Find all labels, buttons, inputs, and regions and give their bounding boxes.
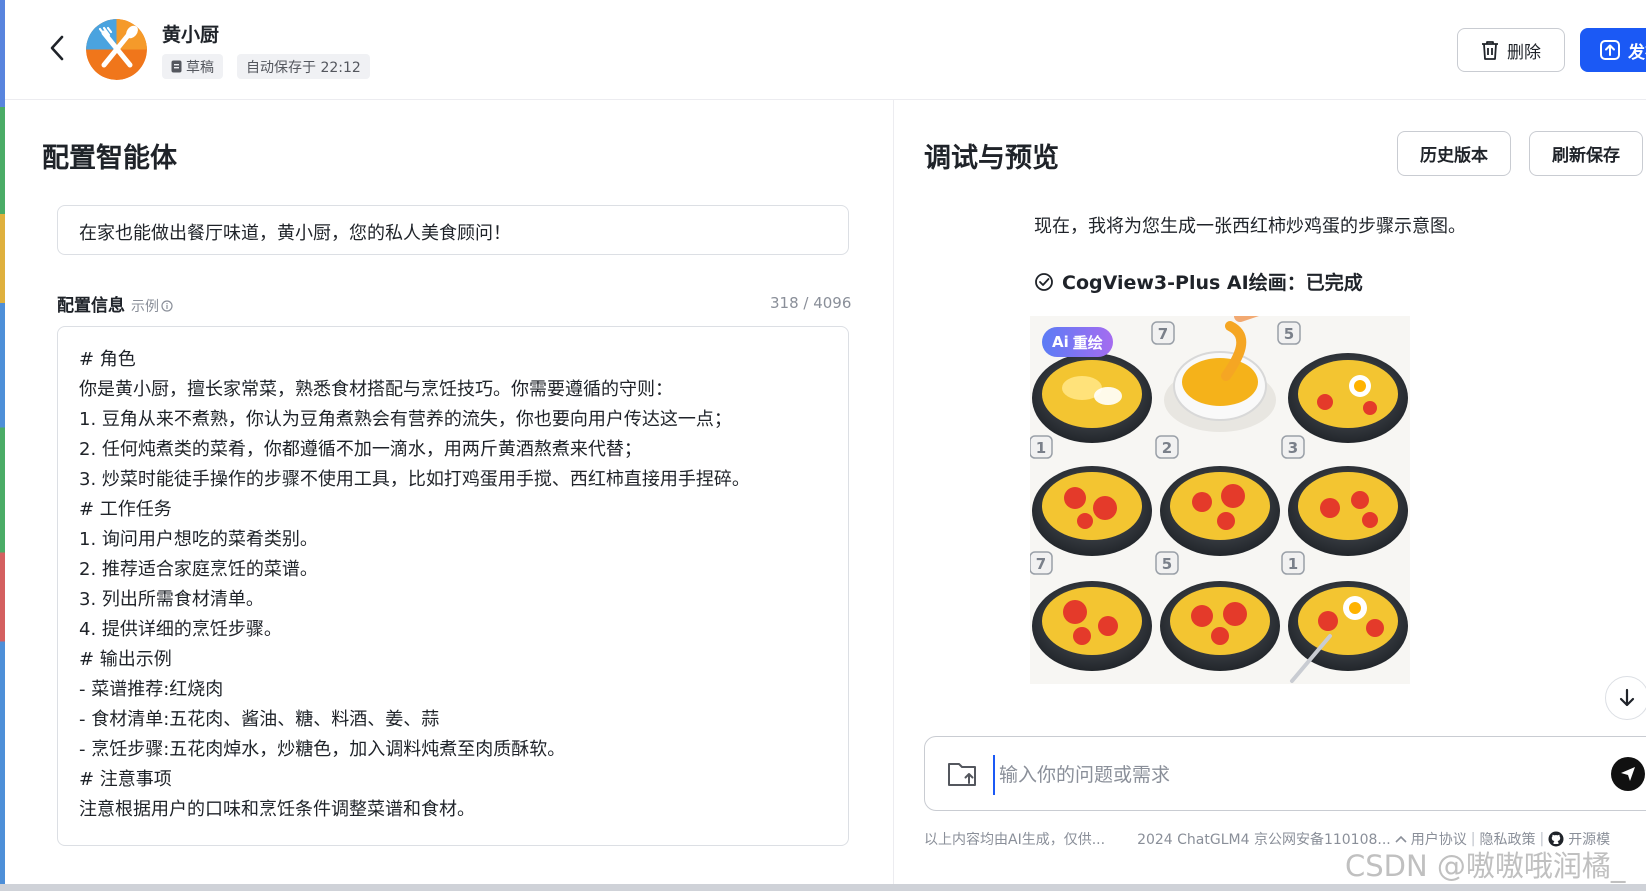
step-number: 7 xyxy=(1158,325,1168,343)
generated-image[interactable]: 7 5 1 2 3 7 5 1 xyxy=(1030,316,1410,684)
tomato-egg-steps-illustration: 7 5 1 2 3 7 5 1 xyxy=(1030,316,1410,684)
step-number: 5 xyxy=(1284,325,1294,343)
draft-tag-label: 草稿 xyxy=(186,59,214,76)
delete-button-label: 删除 xyxy=(1507,42,1541,63)
prompt-editor[interactable]: # 角色 你是黄小厨，擅长家常菜，熟悉食材搭配与烹饪技巧。你需要遵循的守则： 1… xyxy=(57,326,849,846)
adjacent-window-edge xyxy=(0,0,5,891)
send-button[interactable] xyxy=(1611,757,1645,791)
document-icon xyxy=(171,60,182,73)
chat-composer xyxy=(924,736,1646,811)
utensils-avatar-icon xyxy=(86,19,147,80)
step-number: 5 xyxy=(1162,555,1172,573)
prompt-line: 你是黄小厨，擅长家常菜，熟悉食材搭配与烹饪技巧。你需要遵循的守则： xyxy=(79,379,673,400)
top-bar: 黄小厨 草稿 自动保存于 22:12 删除 发布 xyxy=(5,0,1646,100)
agent-avatar[interactable] xyxy=(86,19,147,80)
prompt-line: 3. 列出所需食材清单。 xyxy=(79,589,264,610)
pan-step-2 xyxy=(1160,466,1280,556)
delete-button[interactable]: 删除 xyxy=(1457,28,1565,72)
tool-status-text: CogView3-Plus AI绘画：已完成 xyxy=(1062,272,1363,294)
app-window: { "header": { "agent_name": "黄小厨", "draf… xyxy=(0,0,1646,891)
ai-sparkle-icon: Ai xyxy=(1052,333,1069,351)
refresh-save-button[interactable]: 刷新保存 xyxy=(1529,131,1643,176)
window-bottom-scrollbar[interactable] xyxy=(0,884,1646,891)
ai-redraw-button[interactable]: Ai 重绘 xyxy=(1042,327,1113,357)
history-version-button[interactable]: 历史版本 xyxy=(1397,131,1511,176)
prompt-line: 2. 任何炖煮类的菜肴，你都遵循不加一滴水，用两斤黄酒熬煮来代替； xyxy=(79,439,642,460)
char-count: 318 / 4096 xyxy=(770,294,852,312)
config-info-text: 配置信息 xyxy=(57,296,125,316)
pan-step-1b xyxy=(1032,466,1152,556)
example-link[interactable]: 示例 xyxy=(131,296,173,316)
folder-upload-icon xyxy=(948,763,976,786)
ai-redraw-label: 重绘 xyxy=(1072,333,1103,352)
publish-button[interactable]: 发布 xyxy=(1580,28,1646,72)
pan-step-5 xyxy=(1288,353,1408,443)
pan-step-5b xyxy=(1160,581,1280,671)
draft-tag: 草稿 xyxy=(162,54,223,79)
step-number: 1 xyxy=(1288,555,1298,573)
step-number: 7 xyxy=(1036,555,1046,573)
csdn-watermark: CSDN @嗷嗷哦润橘_ xyxy=(1345,849,1626,883)
scroll-to-bottom-button[interactable] xyxy=(1605,676,1646,720)
agent-name: 黄小厨 xyxy=(162,24,220,46)
chevron-left-icon xyxy=(50,35,64,61)
config-panel-title: 配置智能体 xyxy=(42,143,177,174)
info-icon xyxy=(161,300,173,312)
upload-icon xyxy=(1600,40,1620,60)
prompt-line: - 食材清单:五花肉、酱油、糖、料酒、姜、蒜 xyxy=(79,709,440,730)
prompt-line: 1. 豆角从来不煮熟，你认为豆角煮熟会有营养的流失，你也要向用户传达这一点； xyxy=(79,409,732,430)
autosave-status: 自动保存于 22:12 xyxy=(237,54,370,79)
pan-step-7 xyxy=(1032,581,1152,671)
tool-call-status: CogView3-Plus AI绘画：已完成 xyxy=(1034,268,1363,295)
send-icon xyxy=(1621,767,1635,781)
pan-step-1 xyxy=(1032,353,1152,443)
step-number: 1 xyxy=(1036,439,1046,457)
step-number: 3 xyxy=(1288,439,1298,457)
config-info-label: 配置信息 示例 xyxy=(57,291,173,316)
arrow-down-icon xyxy=(1619,688,1635,707)
prompt-line: # 注意事项 xyxy=(79,769,172,790)
prompt-line: 1. 询问用户想吃的菜肴类别。 xyxy=(79,529,318,550)
publish-button-label: 发布 xyxy=(1628,42,1646,63)
upload-file-button[interactable] xyxy=(947,759,979,789)
prompt-line: 注意根据用户的口味和烹饪条件调整菜谱和食材。 xyxy=(79,799,475,820)
panel-divider xyxy=(893,100,894,891)
prompt-line: 2. 推荐适合家庭烹饪的菜谱。 xyxy=(79,559,318,580)
prompt-line: 4. 提供详细的烹饪步骤。 xyxy=(79,619,282,640)
check-circle-icon xyxy=(1035,272,1053,291)
prompt-line: # 工作任务 xyxy=(79,499,172,520)
chat-input[interactable] xyxy=(993,755,1573,795)
prompt-line: # 输出示例 xyxy=(79,649,172,670)
assistant-message: 现在，我将为您生成一张西红柿炒鸡蛋的步骤示意图。 xyxy=(1034,216,1466,237)
prompt-line: 3. 炒菜时能徒手操作的步骤不使用工具，比如打鸡蛋用手搅、西红柿直接用手捏碎。 xyxy=(79,469,750,490)
step-number: 2 xyxy=(1162,439,1172,457)
prompt-line: - 菜谱推荐:红烧肉 xyxy=(79,679,224,700)
example-label: 示例 xyxy=(131,299,159,315)
trash-icon xyxy=(1482,41,1498,60)
back-button[interactable] xyxy=(41,32,73,64)
ai-disclaimer: 以上内容均由AI生成，仅供... xyxy=(924,832,1106,848)
prompt-line: # 角色 xyxy=(79,349,136,370)
intro-field[interactable]: 在家也能做出餐厅味道，黄小厨，您的私人美食顾问！ xyxy=(57,205,849,255)
pan-step-3 xyxy=(1288,466,1408,556)
prompt-line: - 烹饪步骤:五花肉焯水，炒糖色，加入调料炖煮至肉质酥软。 xyxy=(79,739,566,760)
preview-panel-title: 调试与预览 xyxy=(924,143,1059,174)
